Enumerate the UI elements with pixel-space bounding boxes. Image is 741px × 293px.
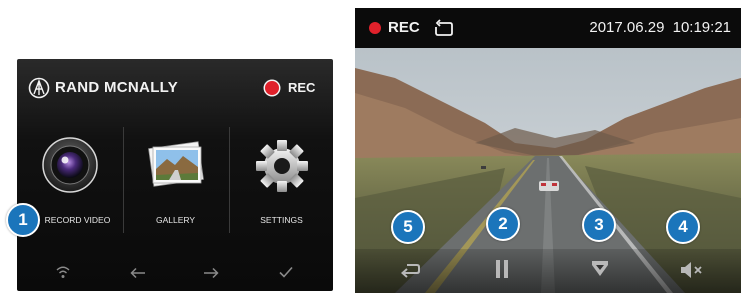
arrow-right-icon[interactable] xyxy=(203,267,219,279)
callout-badge-4: 4 xyxy=(666,210,700,244)
rec-label: REC xyxy=(388,19,420,36)
return-icon[interactable] xyxy=(399,261,421,279)
callout-badge-3: 3 xyxy=(582,208,616,242)
menu-bottom-nav xyxy=(17,255,333,291)
rand-mcnally-logo-icon xyxy=(28,77,50,99)
settings-tile[interactable]: SETTINGS xyxy=(229,127,333,233)
time-value: 10:19:21 xyxy=(672,19,731,36)
recording-screen: REC 2017.06.29 10:19:21 xyxy=(355,8,741,293)
arrow-left-icon[interactable] xyxy=(130,267,146,279)
record-video-label: RECORD VIDEO xyxy=(44,215,111,225)
gallery-tile[interactable]: GALLERY xyxy=(123,127,228,233)
mute-icon[interactable] xyxy=(680,261,704,279)
date-value: 2017.06.29 xyxy=(589,19,665,36)
playback-control-bar xyxy=(355,249,741,293)
checkmark-icon[interactable] xyxy=(279,266,293,278)
pause-icon[interactable] xyxy=(495,259,509,279)
wifi-icon[interactable] xyxy=(55,265,71,279)
gear-icon xyxy=(255,140,308,192)
callout-badge-1: 1 xyxy=(6,203,40,237)
callout-badge-5: 5 xyxy=(391,210,425,244)
callout-badge-2: 2 xyxy=(486,207,520,241)
loop-recording-icon xyxy=(435,19,453,36)
datetime: 2017.06.29 10:19:21 xyxy=(589,19,731,36)
main-menu-screen: RAND MCNALLY REC RECORD VIDEO GALLERY SE… xyxy=(17,59,333,291)
gallery-label: GALLERY xyxy=(155,215,196,225)
brand-name: RAND MCNALLY xyxy=(55,79,179,96)
settings-label: SETTINGS xyxy=(260,215,303,225)
record-indicator-icon xyxy=(265,81,279,95)
photo-gallery-icon xyxy=(147,141,204,187)
menu-header: RAND MCNALLY REC xyxy=(17,59,333,115)
protect-file-icon[interactable] xyxy=(590,260,610,278)
camera-lens-icon xyxy=(41,137,98,193)
rec-label: REC xyxy=(288,80,316,95)
record-indicator-icon xyxy=(369,22,381,34)
status-bar: REC 2017.06.29 10:19:21 xyxy=(355,8,741,48)
